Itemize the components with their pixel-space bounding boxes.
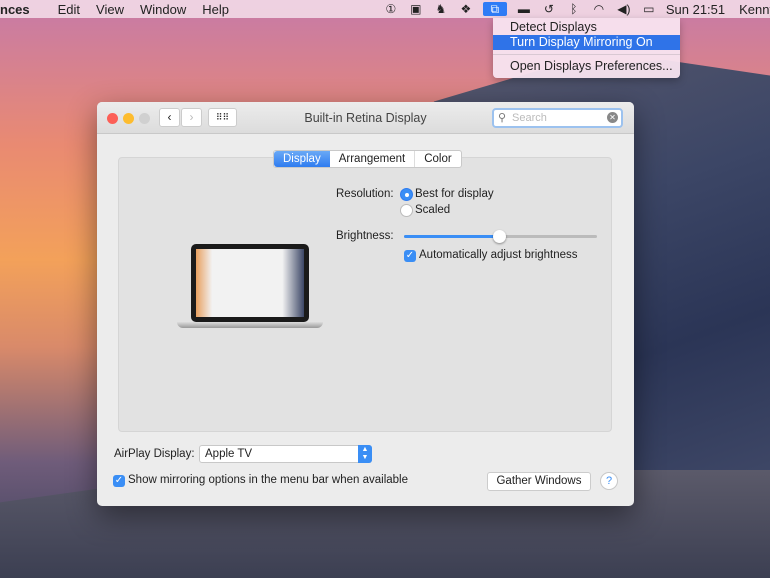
search-placeholder: Search (512, 112, 547, 124)
mirroring-label[interactable]: Show mirroring options in the menu bar w… (128, 474, 408, 486)
menu-window[interactable]: Window (140, 2, 186, 17)
tab-color[interactable]: Color (415, 151, 460, 167)
brightness-knob[interactable] (492, 230, 506, 243)
radio-scaled[interactable] (400, 204, 413, 217)
volume-icon[interactable]: ◀) (616, 2, 632, 16)
menu-help[interactable]: Help (202, 2, 229, 17)
menu-item-open-preferences[interactable]: Open Displays Preferences... (493, 59, 680, 74)
app-menu[interactable]: nces (0, 2, 30, 17)
display-dropdown-menu: Detect Displays Turn Display Mirroring O… (493, 18, 680, 78)
airplay-value: Apple TV (205, 448, 253, 460)
app-icon[interactable]: ▣ (408, 2, 424, 16)
menu-item-mirroring-on[interactable]: Turn Display Mirroring On (493, 35, 680, 50)
menu-item-detect-displays[interactable]: Detect Displays (493, 20, 680, 35)
menu-edit[interactable]: Edit (58, 2, 80, 17)
tab-display[interactable]: Display (274, 151, 330, 167)
bluetooth-icon[interactable]: ᛒ (566, 2, 582, 16)
evernote-icon[interactable]: ♞ (433, 2, 449, 16)
clear-search-icon[interactable]: ✕ (607, 112, 618, 123)
radio-best-for-display[interactable] (400, 188, 413, 201)
monitor-icon[interactable]: ▬ (516, 2, 532, 16)
menu-separator (493, 54, 680, 55)
chevron-updown-icon: ▲ ▼ (358, 445, 372, 463)
title-bar: ‹ › ⠿⠿ Built-in Retina Display ⚲ Search … (97, 102, 634, 134)
brightness-fill (404, 235, 499, 238)
user-name[interactable]: Kenny (739, 2, 770, 17)
displays-window: ‹ › ⠿⠿ Built-in Retina Display ⚲ Search … (97, 102, 634, 506)
help-button[interactable]: ? (600, 472, 618, 490)
gather-windows-button[interactable]: Gather Windows (487, 472, 591, 491)
display-panel: Resolution: Best for display Scaled Brig… (118, 157, 612, 432)
scaled-label[interactable]: Scaled (415, 204, 450, 216)
airplay-select[interactable]: Apple TV ▲ ▼ (199, 445, 372, 463)
onepassword-icon[interactable]: ① (383, 2, 399, 16)
brightness-slider[interactable] (404, 230, 597, 243)
auto-brightness-checkbox[interactable]: ✓ (404, 250, 416, 262)
tab-bar: Display Arrangement Color (273, 150, 462, 168)
search-icon: ⚲ (498, 112, 507, 124)
wifi-icon[interactable]: ◠ (591, 2, 607, 16)
dropbox-icon[interactable]: ❖ (458, 2, 474, 16)
laptop-image (177, 244, 323, 334)
mirroring-checkbox[interactable]: ✓ (113, 475, 125, 487)
battery-icon[interactable]: ▭ (641, 2, 657, 16)
clock[interactable]: Sun 21:51 (666, 2, 725, 17)
airplay-label: AirPlay Display: (114, 448, 195, 460)
menu-view[interactable]: View (96, 2, 124, 17)
display-mirroring-icon[interactable]: ⧉ (482, 2, 507, 16)
time-machine-icon[interactable]: ↺ (541, 2, 557, 16)
menu-bar: nces Edit View Window Help ① ▣ ♞ ❖ ⧉ ▬ ↺… (0, 0, 770, 18)
brightness-label: Brightness: (336, 230, 394, 242)
tab-arrangement[interactable]: Arrangement (330, 151, 416, 167)
search-input[interactable]: ⚲ Search ✕ (492, 108, 623, 128)
best-for-display-label[interactable]: Best for display (415, 188, 494, 200)
resolution-label: Resolution: (336, 188, 394, 200)
auto-brightness-label[interactable]: Automatically adjust brightness (419, 249, 578, 261)
